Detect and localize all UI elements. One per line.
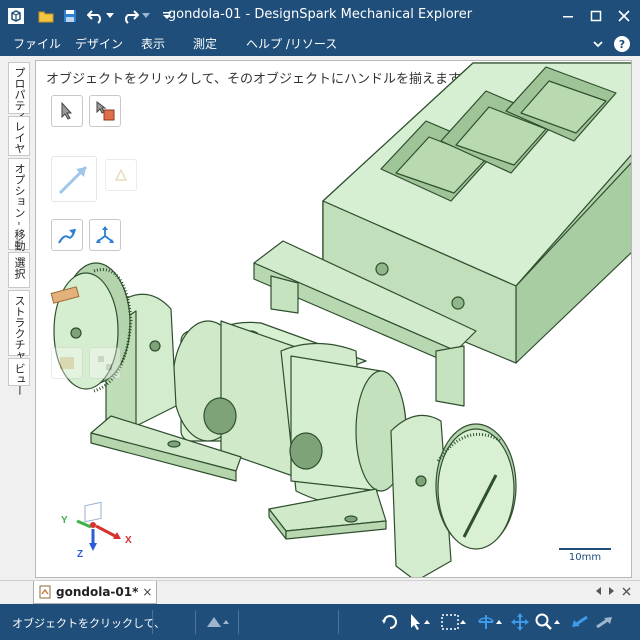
arrow-cursor-icon [61,101,73,120]
rotate-view-icon[interactable] [380,612,400,632]
status-divider [195,610,196,634]
pivot-arrows-icon [96,226,114,243]
tab-selection-label: 選択 [13,257,26,279]
triad-z-label: Z [77,549,83,560]
tab-view[interactable]: ビュー [8,358,30,396]
tab-structure[interactable]: ストラクチャー [8,290,30,372]
menu-measure[interactable]: 測定 [193,35,217,52]
zoom-icon[interactable] [534,612,554,632]
tab-layers-label: レイヤ [13,121,26,154]
select-dropdown-icon[interactable] [422,612,432,632]
status-message: オブジェクトをクリックして、 [12,617,166,630]
pattern-icon [98,356,112,370]
tab-scroll-right-icon[interactable] [606,583,616,599]
create-pattern-button[interactable] [89,347,121,379]
twin-cylinders [172,320,407,505]
axis-triad: X Y Z [61,501,132,560]
menu-help[interactable]: ヘルプ /リソース [246,35,337,52]
menu-file[interactable]: ファイル [13,35,61,52]
scale-bar: 10mm [559,548,611,563]
status-bar: オブジェクトをクリックして、 [0,604,640,640]
anchor-button[interactable] [105,159,137,191]
pan-icon[interactable] [510,612,530,632]
tab-layers[interactable]: レイヤ [8,116,30,156]
window-title: gondola-01 - DesignSpark Mechanical Expl… [167,7,473,22]
document-tab[interactable]: gondola-01* × [33,581,158,604]
move-along-path-button[interactable] [51,219,83,251]
move-direction-button[interactable] [51,156,97,202]
scale-bar-line [559,548,611,550]
document-icon [39,585,51,599]
move-pivot-button[interactable] [89,219,121,251]
ribbon-collapse-icon[interactable] [588,34,608,54]
tab-scroll-left-icon[interactable] [594,583,604,599]
triad-x-axis [95,524,118,539]
status-divider [152,610,153,634]
document-tab-close[interactable]: × [142,585,152,599]
close-icon[interactable] [610,4,638,28]
ruler-icon [50,286,80,304]
triad-y-label: Y [61,515,68,526]
help-icon[interactable]: ? [612,34,632,54]
menu-view[interactable]: 表示 [141,35,165,52]
tab-selection[interactable]: 選択 [8,252,30,288]
menu-design[interactable]: デザイン [75,35,123,52]
document-tab-strip: gondola-01* × [0,580,640,605]
anchor-icon [114,168,128,181]
svg-text:?: ? [619,38,625,51]
tab-properties[interactable]: プロパティ [8,62,30,122]
triad-x-label: X [125,535,132,546]
dropdown-icon[interactable] [220,612,232,632]
document-tab-label: gondola-01* [56,585,139,599]
cube-cursor-icon [96,101,115,121]
next-view-icon[interactable] [594,612,614,632]
scale-bar-label: 10mm [568,552,602,563]
design-viewport[interactable]: オブジェクトをクリックして、そのオブジェクトにハンドルを揃えます X Y Z 1… [35,60,632,578]
tab-options-move-label: オプション - 移動 [13,163,26,251]
minimize-icon[interactable] [554,4,582,28]
triad-cube [84,501,102,523]
tab-view-label: ビュー [13,363,26,396]
detach-button[interactable] [51,347,83,379]
move-arrow-icon [58,165,88,195]
box-select-icon[interactable] [440,612,460,632]
tab-close-all-icon[interactable] [619,583,633,599]
side-panel-tabs: プロパティ レイヤ オプション - 移動 選択 ストラクチャー ビュー [8,62,30,396]
tab-options-move[interactable]: オプション - 移動 [8,158,30,251]
tab-properties-label: プロパティ [13,67,26,122]
orbit-icon[interactable] [476,612,496,632]
title-bar: gondola-01 - DesignSpark Mechanical Expl… [0,0,640,32]
detach-icon [60,357,74,369]
box-select-dropdown-icon[interactable] [458,612,468,632]
select-body-button[interactable] [89,95,121,127]
previous-view-icon[interactable] [570,612,590,632]
menu-bar: ファイル デザイン 表示 測定 ヘルプ /リソース ? [0,32,640,56]
status-divider [238,610,239,634]
curve-arrow-icon [58,228,76,244]
fill-tool-button[interactable] [49,281,81,313]
select-tool-button[interactable] [51,95,83,127]
orbit-dropdown-icon[interactable] [494,612,504,632]
triad-y-axis [76,519,92,529]
zoom-dropdown-icon[interactable] [552,612,562,632]
right-wheel [435,423,517,550]
maximize-icon[interactable] [582,4,610,28]
status-divider [338,610,339,634]
